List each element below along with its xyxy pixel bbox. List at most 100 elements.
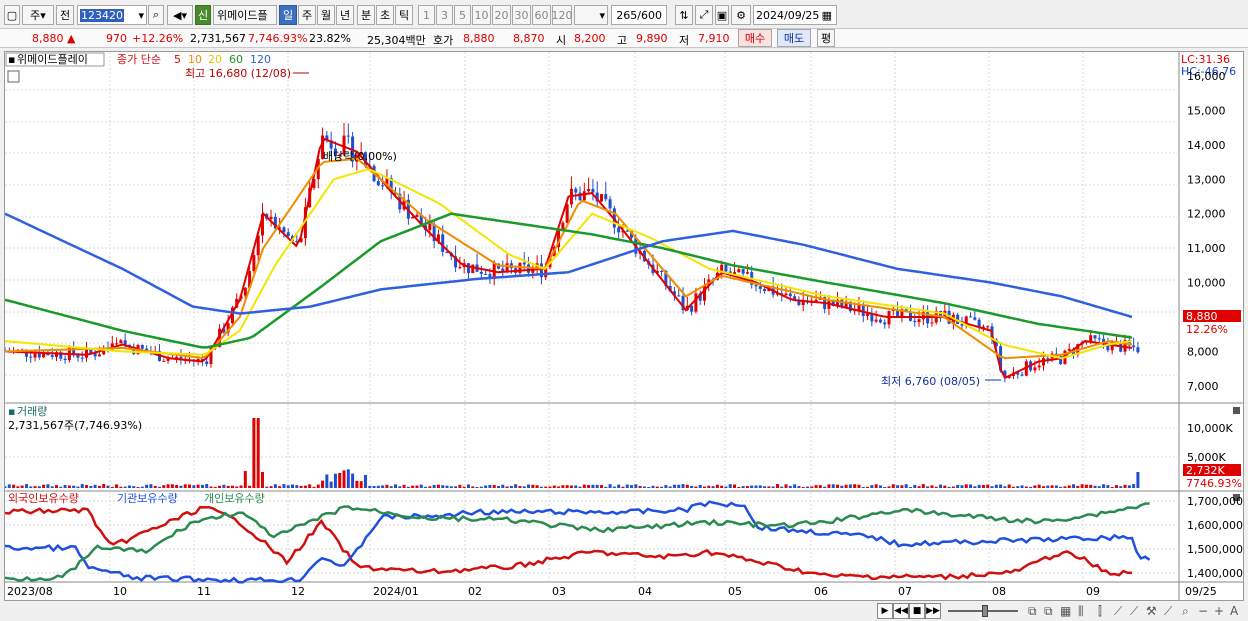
volume-bar: [1132, 484, 1136, 488]
interval-5-button[interactable]: 5: [454, 5, 471, 25]
draw-line-icon[interactable]: ⟋: [1164, 604, 1172, 619]
period-week-tab[interactable]: 주: [298, 5, 316, 25]
volume-bar: [428, 486, 432, 488]
volume-bar: [333, 473, 337, 488]
volume-bar: [12, 484, 16, 488]
interval-30-button[interactable]: 30: [512, 5, 531, 25]
volume-bar: [595, 484, 599, 488]
candle-body: [37, 353, 41, 358]
sell-button[interactable]: 매도: [777, 29, 811, 47]
window-icon[interactable]: ▢: [4, 5, 20, 25]
chart-area[interactable]: ▪ 위메이드플레이 종가 단순 5 10 20 60 120 최고 16,680…: [3, 51, 1244, 601]
volume-bar: [788, 485, 792, 488]
fast-forward-icon[interactable]: ▶▶: [925, 603, 941, 619]
gear-icon[interactable]: ⚙: [731, 5, 751, 25]
interval-3-button[interactable]: 3: [436, 5, 453, 25]
draw-icon[interactable]: ⤢: [695, 5, 713, 25]
volume-bar: [720, 485, 724, 488]
interval-60-button[interactable]: 60: [532, 5, 551, 25]
volume-bar: [861, 486, 865, 488]
custom-interval-select[interactable]: ▾: [574, 5, 608, 25]
open-label: 시: [556, 34, 567, 47]
volume-bar: [587, 485, 591, 488]
compare-icon[interactable]: ⧉: [1044, 604, 1053, 619]
market-select[interactable]: 주 ▾: [22, 5, 54, 25]
volume-bar: [531, 484, 535, 488]
stock-code-input[interactable]: 123420 ▾: [77, 5, 147, 25]
stop-icon[interactable]: ■: [909, 603, 925, 619]
pin-icon[interactable]: ⇅: [675, 5, 693, 25]
zoom-in-icon[interactable]: +: [1214, 604, 1224, 618]
prev-button[interactable]: 전: [56, 5, 74, 25]
candle-icon[interactable]: ⫿: [1098, 604, 1102, 619]
volume-bar: [436, 484, 440, 488]
period-day-tab[interactable]: 일: [279, 5, 297, 25]
count-input[interactable]: 265/600: [611, 5, 667, 25]
candle-body: [694, 293, 698, 312]
search-icon[interactable]: ⌕: [148, 5, 164, 25]
volume-bar: [1089, 484, 1093, 488]
volume-bar: [604, 486, 608, 488]
volume-title: 거래량: [17, 405, 47, 418]
interval-20-button[interactable]: 20: [492, 5, 511, 25]
date-input[interactable]: 2024/09/25 ▦: [753, 5, 837, 25]
volume-bar: [690, 485, 694, 488]
volume-bar: [1119, 486, 1123, 488]
volume-bar: [621, 486, 625, 488]
volume-bar: [20, 485, 24, 488]
save-icon[interactable]: ▣: [715, 5, 729, 25]
grid-icon[interactable]: ▦: [1060, 604, 1071, 618]
volume-bar: [758, 485, 762, 488]
volume-bar: [46, 484, 50, 488]
tool-icon[interactable]: ⚒: [1146, 604, 1157, 618]
magnifier-icon[interactable]: ⌕: [1182, 604, 1189, 619]
trend-icon[interactable]: ⟋: [1114, 604, 1122, 619]
volume-bar: [265, 486, 269, 488]
volume-bar: [398, 486, 402, 488]
font-size-icon[interactable]: A: [1230, 604, 1238, 618]
interval-1-button[interactable]: 1: [418, 5, 435, 25]
candle-body: [479, 271, 483, 274]
zoom-slider-handle[interactable]: [982, 605, 988, 617]
interval-120-button[interactable]: 120: [552, 5, 573, 25]
scroll-right-icon[interactable]: ▶: [877, 603, 893, 619]
volume-bar: [1059, 486, 1063, 488]
period-minute-tab[interactable]: 분: [357, 5, 375, 25]
candle-body: [458, 267, 462, 269]
candle-body: [1020, 374, 1024, 376]
volume-bar: [484, 485, 488, 488]
average-button[interactable]: 평: [817, 29, 835, 47]
period-second-tab[interactable]: 초: [376, 5, 394, 25]
period-tick-tab[interactable]: 틱: [395, 5, 413, 25]
volume-bar: [1106, 485, 1110, 488]
candle-body: [587, 188, 591, 192]
bar-icon[interactable]: ⫼: [1078, 604, 1084, 619]
volume-bar: [342, 470, 346, 488]
chart-svg[interactable]: ▪ 위메이드플레이 종가 단순 5 10 20 60 120 최고 16,680…: [3, 52, 1243, 600]
interval-10-button[interactable]: 10: [472, 5, 491, 25]
candle-body: [604, 194, 608, 200]
speaker-icon[interactable]: ◀▾: [167, 5, 193, 25]
chart-line-icon[interactable]: ⟋: [1130, 604, 1138, 619]
volume-bar: [471, 486, 475, 488]
volume-bar: [458, 484, 462, 488]
volume-bar: [750, 485, 754, 488]
period-year-tab[interactable]: 년: [336, 5, 354, 25]
volume-bar: [479, 486, 483, 488]
volume-bar: [1102, 484, 1106, 488]
table-icon[interactable]: [7, 70, 20, 83]
candle-body: [1132, 345, 1136, 348]
candle-body: [252, 255, 256, 272]
buy-button[interactable]: 매수: [738, 29, 772, 47]
rewind-icon[interactable]: ◀◀: [893, 603, 909, 619]
volume-bar: [591, 484, 595, 488]
volume-bar: [737, 486, 741, 488]
close-icon[interactable]: [1233, 407, 1240, 414]
period-month-tab[interactable]: 월: [317, 5, 335, 25]
volume-bar: [930, 485, 934, 488]
volume-bar: [256, 418, 260, 488]
layout-icon[interactable]: ⧉: [1028, 604, 1037, 619]
volume-bar: [698, 484, 702, 488]
volume-bar: [1003, 486, 1007, 488]
zoom-out-icon[interactable]: −: [1198, 604, 1208, 618]
